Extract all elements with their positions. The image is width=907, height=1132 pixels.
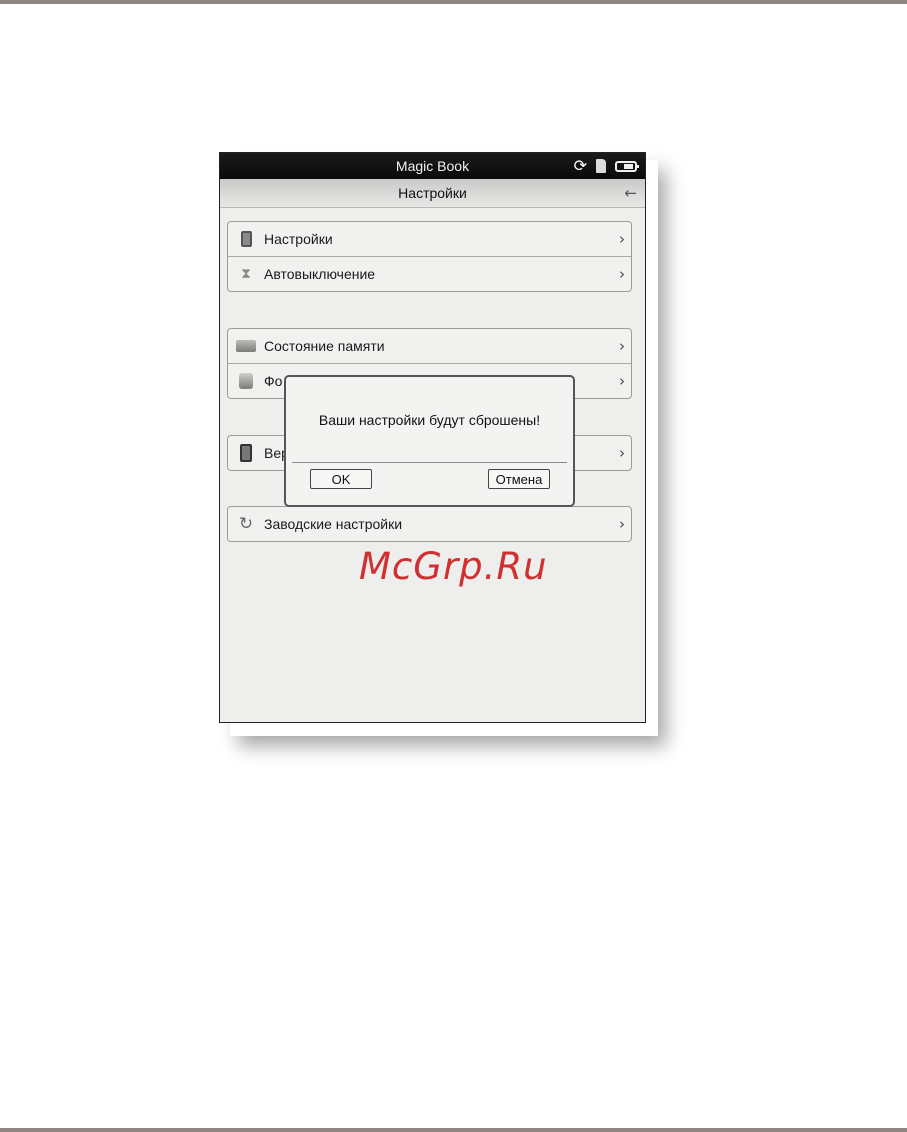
sync-icon: ⟳	[573, 156, 587, 175]
chevron-right-icon: ›	[619, 337, 625, 355]
format-icon	[236, 371, 256, 391]
page-top-rule	[0, 0, 907, 4]
chevron-right-icon: ›	[619, 372, 625, 390]
menu-item-label: Фо	[264, 373, 283, 389]
ereader-screen: Magic Book ⟳ Настройки ← Настройки › ⧗ А…	[219, 152, 646, 723]
back-arrow-icon[interactable]: ←	[624, 184, 637, 202]
cancel-button[interactable]: Отмена	[488, 469, 550, 489]
drive-icon	[236, 336, 256, 356]
title-bar: Настройки ←	[220, 179, 645, 208]
chevron-right-icon: ›	[619, 230, 625, 248]
settings-group-4: ↻ Заводские настройки ›	[227, 506, 632, 542]
chevron-right-icon: ›	[619, 515, 625, 533]
confirm-dialog: Ваши настройки будут сброшены! OK Отмена	[284, 375, 575, 507]
chevron-right-icon: ›	[619, 444, 625, 462]
device-settings-icon	[236, 229, 256, 249]
menu-item-label: Заводские настройки	[264, 516, 403, 532]
page-bottom-rule	[0, 1128, 907, 1132]
menu-item-label: Автовыключение	[264, 266, 376, 282]
chevron-right-icon: ›	[619, 265, 625, 283]
menu-item-label: Настройки	[264, 231, 333, 247]
menu-item-label: Состояние памяти	[264, 338, 385, 354]
menu-item-factory-reset[interactable]: ↻ Заводские настройки ›	[228, 507, 631, 541]
page-title: Настройки	[398, 185, 467, 201]
menu-item-auto-off[interactable]: ⧗ Автовыключение ›	[228, 257, 631, 291]
phone-icon	[236, 443, 256, 463]
status-bar: Magic Book ⟳	[220, 153, 645, 179]
dialog-message: Ваши настройки будут сброшены!	[318, 412, 541, 428]
hourglass-icon: ⧗	[241, 266, 251, 282]
watermark: McGrp.Ru	[359, 545, 548, 588]
sd-card-icon	[596, 159, 606, 173]
battery-icon	[615, 160, 639, 172]
menu-item-memory-status[interactable]: Состояние памяти ›	[228, 329, 631, 364]
settings-group-1: Настройки › ⧗ Автовыключение ›	[227, 221, 632, 292]
dialog-divider	[292, 462, 567, 463]
status-icons: ⟳	[573, 156, 639, 175]
ok-button[interactable]: OK	[310, 469, 372, 489]
menu-item-settings[interactable]: Настройки ›	[228, 222, 631, 257]
refresh-icon: ↻	[238, 514, 254, 534]
